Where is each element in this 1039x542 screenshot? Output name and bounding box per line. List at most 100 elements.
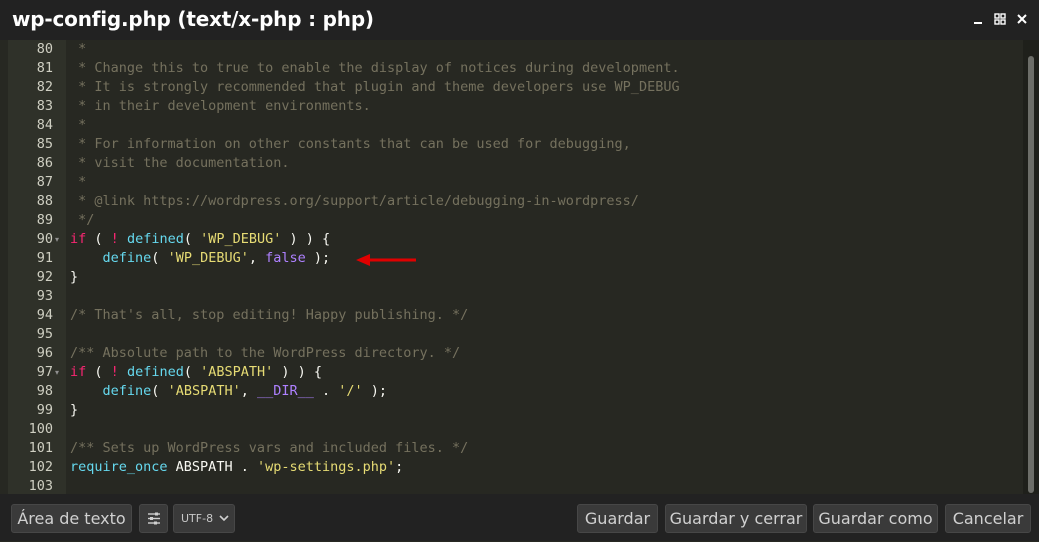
code-token: define: [102, 250, 152, 266]
code-token: * @link https://wordpress.org/support/ar…: [70, 193, 639, 209]
code-token: ;: [395, 459, 404, 475]
code-line[interactable]: }: [70, 401, 78, 420]
title-bar: wp-config.php (text/x-php : php): [0, 0, 1039, 40]
code-line[interactable]: *: [70, 40, 86, 59]
save-as-button[interactable]: Guardar como: [813, 504, 938, 533]
code-token: */: [70, 212, 95, 228]
sliders-icon: [148, 512, 160, 525]
code-token: 'ABSPATH': [200, 364, 274, 380]
code-editor[interactable]: 80 81 82 83 84 85 86 87 88 89 90 ▾ 91 92 93 94 95 96 97 ▾ 98…: [0, 40, 1039, 494]
settings-button[interactable]: [139, 504, 168, 533]
code-token: *: [70, 41, 87, 57]
code-token: }: [70, 269, 79, 285]
code-token: '/': [338, 383, 363, 399]
code-line[interactable]: if ( ! defined( 'WP_DEBUG' ) ) {: [70, 230, 330, 249]
code-line[interactable]: /* That's all, stop editing! Happy publi…: [70, 306, 468, 325]
footer-toolbar: Área de texto UTF-8 Guardar Guardar y ce…: [0, 494, 1039, 541]
line-number: 90: [36, 231, 53, 247]
code-line[interactable]: define( 'ABSPATH', __DIR__ . '/' );: [70, 382, 388, 401]
code-token: /** Sets up WordPress vars and included …: [70, 440, 469, 456]
text-area-button[interactable]: Área de texto: [11, 504, 132, 533]
code-token: ) ) {: [273, 364, 323, 380]
code-token: (: [183, 231, 201, 247]
annotation-arrow-icon: [356, 254, 416, 266]
code-token: ,: [248, 250, 266, 266]
vertical-scrollbar[interactable]: [1023, 40, 1039, 494]
code-line[interactable]: *: [70, 173, 86, 192]
save-and-close-button[interactable]: Guardar y cerrar: [665, 504, 807, 533]
code-token: * It is strongly recommended that plugin…: [70, 79, 680, 95]
maximize-icon[interactable]: [993, 12, 1007, 26]
line-number: 85: [36, 136, 53, 152]
minimize-icon[interactable]: [971, 12, 985, 26]
line-number: 93: [36, 288, 53, 304]
code-token: 'WP_DEBUG': [200, 231, 282, 247]
code-token: );: [362, 383, 388, 399]
code-token: ) ) {: [281, 231, 331, 247]
line-number: 91: [36, 250, 53, 266]
code-line[interactable]: * Change this to true to enable the disp…: [70, 59, 679, 78]
code-token: require_once: [70, 459, 168, 475]
code-line[interactable]: * visit the documentation.: [70, 154, 289, 173]
window-title: wp-config.php (text/x-php : php): [12, 7, 374, 31]
code-line[interactable]: /** Sets up WordPress vars and included …: [70, 439, 468, 458]
line-number: 94: [36, 307, 53, 323]
code-line[interactable]: * It is strongly recommended that plugin…: [70, 78, 680, 97]
cancel-button[interactable]: Cancelar: [945, 504, 1031, 533]
line-number: 83: [36, 98, 53, 114]
code-token: * visit the documentation.: [70, 155, 290, 171]
code-token: * in their development environments.: [70, 98, 371, 114]
line-number: 88: [36, 193, 53, 209]
code-line[interactable]: *: [70, 116, 86, 135]
code-token: .: [313, 383, 339, 399]
code-token: define: [102, 383, 152, 399]
scrollbar-thumb[interactable]: [1028, 56, 1034, 493]
code-token: if: [70, 364, 87, 380]
code-token: (: [86, 231, 111, 247]
code-line[interactable]: define( 'WP_DEBUG', false );: [70, 249, 331, 268]
line-number: 86: [36, 155, 53, 171]
code-line[interactable]: * @link https://wordpress.org/support/ar…: [70, 192, 639, 211]
code-token: false: [265, 250, 306, 266]
line-number: 103: [28, 478, 53, 494]
fold-toggle-icon[interactable]: ▾: [55, 230, 59, 249]
line-number: 92: [36, 269, 53, 285]
code-token: 'ABSPATH': [167, 383, 241, 399]
code-token: __DIR__: [256, 383, 314, 399]
code-token: defined: [126, 231, 184, 247]
code-line[interactable]: */: [70, 211, 94, 230]
line-number: 97: [36, 364, 53, 380]
code-token: defined: [126, 364, 184, 380]
code-token: 'wp-settings.php': [256, 459, 396, 475]
code-token: ,: [240, 383, 257, 399]
code-token: );: [305, 250, 331, 266]
close-icon[interactable]: [1015, 12, 1029, 26]
encoding-value: UTF-8: [181, 512, 214, 525]
code-line[interactable]: * in their development environments.: [70, 97, 371, 116]
code-line[interactable]: if ( ! defined( 'ABSPATH' ) ) {: [70, 363, 322, 382]
code-line[interactable]: /** Absolute path to the WordPress direc…: [70, 344, 460, 363]
line-number: 98: [36, 383, 53, 399]
code-token: *: [70, 117, 87, 133]
fold-toggle-icon[interactable]: ▾: [55, 363, 59, 382]
code-token: 'WP_DEBUG': [167, 250, 249, 266]
line-number-gutter: 80 81 82 83 84 85 86 87 88 89 90 ▾ 91 92 93 94 95 96 97 ▾ 98…: [8, 40, 66, 494]
code-token: /** Absolute path to the WordPress direc…: [70, 345, 461, 361]
code-token: (: [151, 250, 168, 266]
code-token: *: [70, 174, 87, 190]
line-number: 99: [36, 402, 53, 418]
code-token: (: [151, 383, 168, 399]
save-button[interactable]: Guardar: [577, 504, 658, 533]
window-controls: [971, 12, 1029, 26]
encoding-select[interactable]: UTF-8: [173, 504, 235, 533]
code-line[interactable]: require_once ABSPATH . 'wp-settings.php'…: [70, 458, 403, 477]
code-token: * For information on other constants tha…: [70, 136, 631, 152]
code-line[interactable]: * For information on other constants tha…: [70, 135, 631, 154]
code-line[interactable]: }: [70, 268, 78, 287]
code-token: /* That's all, stop editing! Happy publi…: [70, 307, 469, 323]
line-number: 101: [28, 440, 53, 456]
code-token: !: [110, 231, 119, 247]
